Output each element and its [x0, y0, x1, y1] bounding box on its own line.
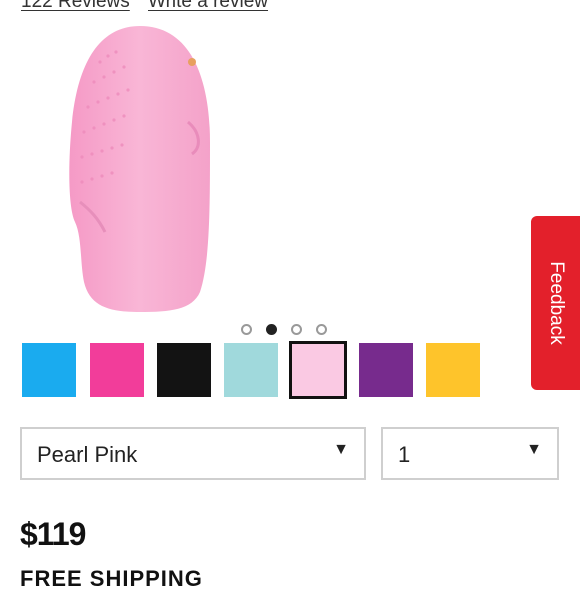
- shipping-note: FREE SHIPPING: [20, 566, 203, 591]
- swatch-blue[interactable]: [22, 343, 76, 397]
- carousel-dots: [241, 324, 327, 335]
- quantity-select-value: 1: [398, 442, 411, 467]
- caret-down-icon: ▼: [526, 441, 542, 458]
- carousel-dot-active[interactable]: [266, 324, 277, 335]
- carousel-dot[interactable]: [241, 324, 252, 335]
- product-image: [69, 26, 210, 312]
- caret-down-icon: ▼: [333, 441, 349, 458]
- swatch-mint[interactable]: [224, 343, 278, 397]
- feedback-tab[interactable]: Feedback: [531, 216, 580, 390]
- review-links: 122 Reviews Write a review: [21, 0, 268, 13]
- write-review-link[interactable]: Write a review: [148, 0, 268, 13]
- quantity-select[interactable]: 1 ▼: [381, 427, 559, 480]
- feedback-label: Feedback: [545, 261, 567, 345]
- reviews-count-link[interactable]: 122 Reviews: [21, 0, 130, 12]
- swatch-pink[interactable]: [90, 343, 144, 397]
- color-select-value: Pearl Pink: [37, 442, 138, 467]
- swatch-black[interactable]: [157, 343, 211, 397]
- swatch-pearl-pink[interactable]: [289, 341, 347, 399]
- swatch-yellow[interactable]: [426, 343, 480, 397]
- carousel-dot[interactable]: [316, 324, 327, 335]
- swatch-purple[interactable]: [359, 343, 413, 397]
- price: $119: [20, 516, 86, 552]
- carousel-dot[interactable]: [291, 324, 302, 335]
- color-select[interactable]: Pearl Pink ▼: [20, 427, 366, 480]
